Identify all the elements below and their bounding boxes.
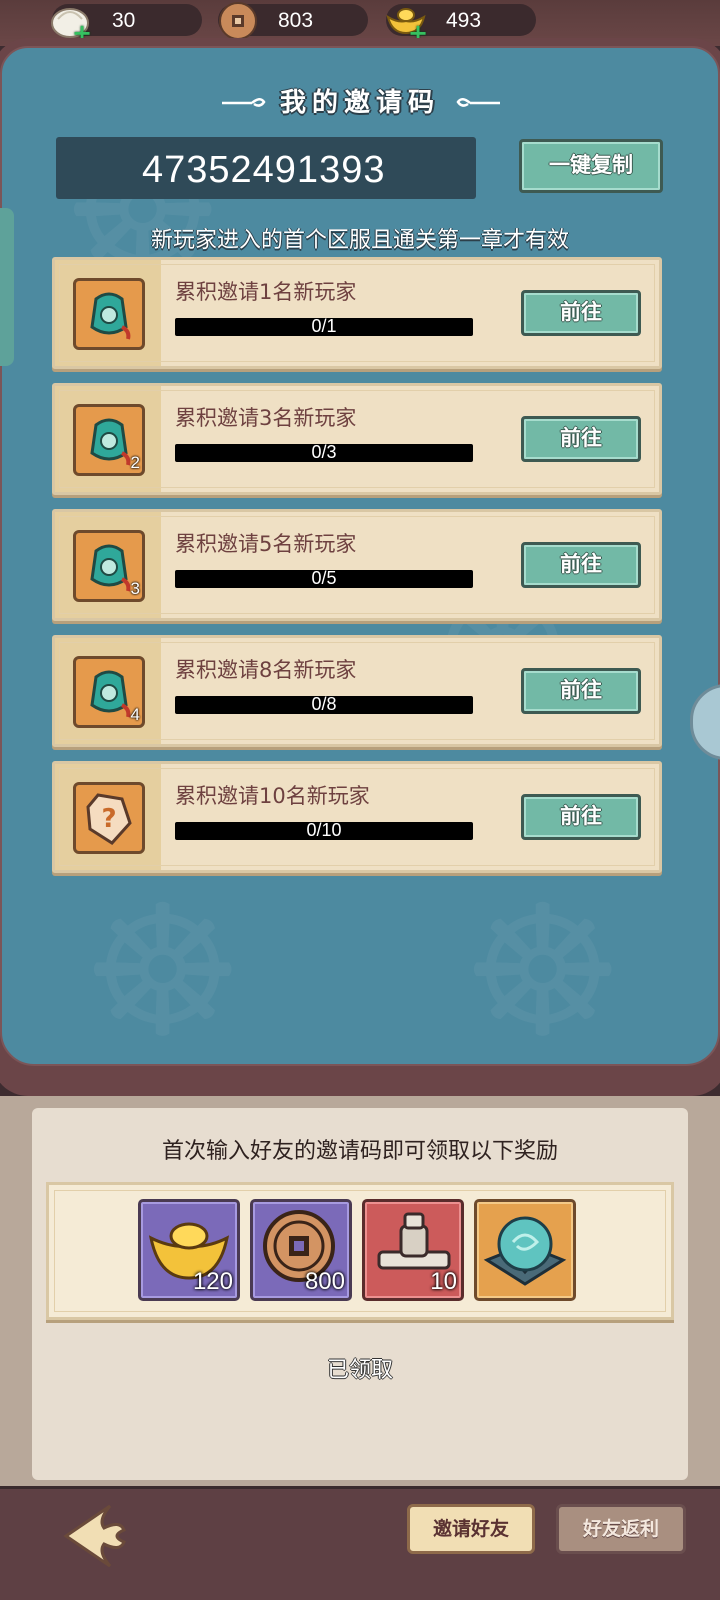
jade-orb-icon — [483, 1216, 567, 1286]
background-pattern: ☸ — [462, 868, 624, 1066]
copper-coin-icon — [219, 2, 257, 40]
reward-item-copper-coin[interactable]: 800 — [250, 1199, 352, 1301]
background-pattern: ☸ — [82, 868, 244, 1066]
go-button[interactable]: 前往 — [521, 668, 641, 714]
task-progress-text: 0/8 — [311, 694, 337, 714]
invite-notice: 新玩家进入的首个区服且通关第一章才有效 — [150, 228, 569, 253]
title-ornament-right-icon — [456, 98, 500, 107]
mystery-shard-icon[interactable]: ? — [73, 782, 145, 854]
go-button[interactable]: 前往 — [521, 794, 641, 840]
task-progress-bar: 0/5 — [175, 568, 473, 588]
quantity-badge: 2 — [130, 453, 140, 472]
invite-code-title: 我的邀请码 — [279, 88, 440, 118]
claimed-status: 已领取 — [326, 1358, 393, 1383]
task-card: 累积邀请1名新玩家 0/1 前往 — [52, 257, 662, 369]
task-title: 累积邀请8名新玩家 — [175, 658, 357, 682]
reward-item-jade-orb[interactable] — [474, 1199, 576, 1301]
go-button[interactable]: 前往 — [521, 416, 641, 462]
reward-count: 800 — [304, 1268, 345, 1295]
copy-code-button[interactable]: 一键复制 — [519, 139, 663, 193]
quantity-badge: 4 — [130, 705, 140, 724]
bun-count: 30 — [112, 9, 136, 32]
task-progress-text: 0/3 — [311, 442, 337, 462]
task-progress-bar: 0/10 — [175, 820, 473, 840]
go-button[interactable]: 前往 — [521, 290, 641, 336]
invite-code-box: 47352491393 — [56, 137, 476, 199]
task-title: 累积邀请5名新玩家 — [175, 532, 357, 556]
friend-rebate-tab[interactable]: 好友返利 — [556, 1504, 686, 1554]
reward-count: 120 — [192, 1268, 233, 1295]
task-title: 累积邀请10名新玩家 — [175, 784, 370, 808]
svg-text:?: ? — [101, 804, 116, 834]
coin-count: 803 — [278, 9, 314, 32]
task-card: 4 累积邀请8名新玩家 0/8 前往 — [52, 635, 662, 747]
reward-count: 10 — [430, 1268, 457, 1295]
ingot-count: 493 — [446, 9, 482, 32]
task-card: 3 累积邀请5名新玩家 0/5 前往 — [52, 509, 662, 621]
gift-pouch-icon[interactable]: 2 — [73, 404, 145, 476]
gift-pouch-icon[interactable]: 4 — [73, 656, 145, 728]
reward-item-millstone[interactable]: 10 — [362, 1199, 464, 1301]
back-arrow-icon[interactable] — [60, 1500, 134, 1572]
task-progress-bar: 0/3 — [175, 442, 473, 462]
task-progress-bar: 0/1 — [175, 316, 473, 336]
reward-item-gold-ingot[interactable]: 120 — [138, 1199, 240, 1301]
task-title: 累积邀请3名新玩家 — [175, 406, 357, 430]
task-progress-text: 0/1 — [311, 316, 337, 336]
task-card: 2 累积邀请3名新玩家 0/3 前往 — [52, 383, 662, 495]
side-tab[interactable] — [0, 208, 14, 366]
task-progress-bar: 0/8 — [175, 694, 473, 714]
invite-code: 47352491393 — [142, 149, 386, 191]
task-title: 累积邀请1名新玩家 — [175, 280, 357, 304]
task-card: ? 累积邀请10名新玩家 0/10 前往 — [52, 761, 662, 873]
reward-heading: 首次输入好友的邀请码即可领取以下奖励 — [161, 1139, 558, 1164]
task-progress-text: 0/5 — [311, 568, 337, 588]
task-progress-text: 0/10 — [306, 820, 342, 840]
gift-pouch-icon[interactable]: 3 — [73, 530, 145, 602]
go-button[interactable]: 前往 — [521, 542, 641, 588]
gift-pouch-icon[interactable] — [73, 278, 145, 350]
invite-friends-tab[interactable]: 邀请好友 — [407, 1504, 535, 1554]
quantity-badge: 3 — [130, 579, 140, 598]
